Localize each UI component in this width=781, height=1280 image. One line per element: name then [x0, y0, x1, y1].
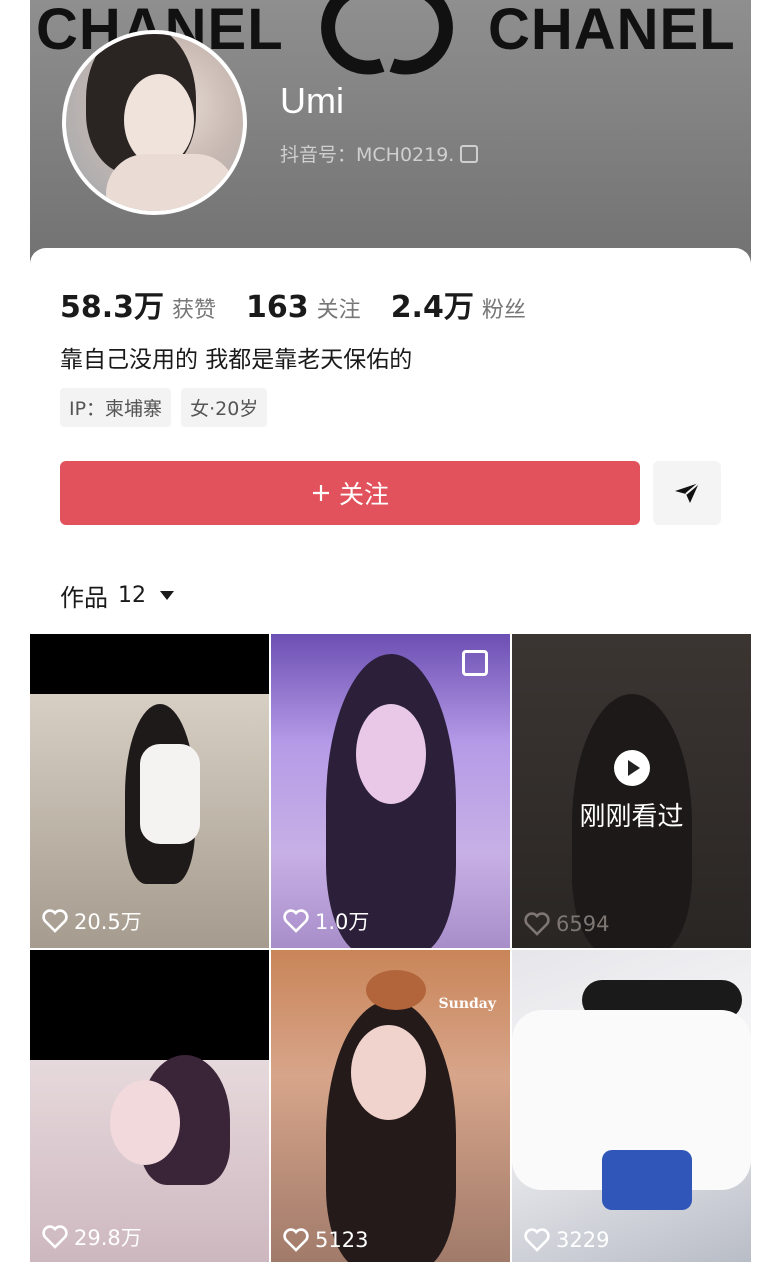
video-tile[interactable]: Sunday 5123	[271, 950, 510, 1262]
heart-icon	[42, 1225, 68, 1249]
heart-icon	[283, 1228, 309, 1252]
heart-icon	[283, 909, 309, 933]
like-count: 20.5万	[42, 906, 142, 936]
douyin-id[interactable]: 抖音号：MCH0219.	[280, 140, 479, 167]
video-tile[interactable]: 20.5万	[30, 634, 269, 948]
video-tile[interactable]: 刚刚看过 6594	[512, 634, 751, 948]
heart-icon	[42, 909, 68, 933]
profile-cover: CHANEL CHANEL Umi 抖音号：MCH0219.	[30, 0, 751, 290]
follow-button[interactable]: 关注	[60, 461, 640, 525]
copy-icon[interactable]	[460, 144, 479, 163]
following-label: 关注	[316, 298, 361, 323]
like-count-text: 29.8万	[74, 1226, 142, 1250]
chanel-logo-icon	[321, 0, 453, 75]
like-count: 1.0万	[283, 906, 369, 936]
like-count: 5123	[283, 1228, 368, 1252]
like-count-text: 20.5万	[74, 910, 142, 934]
recently-viewed-overlay: 刚刚看过	[512, 634, 751, 948]
douyin-id-text: 抖音号：MCH0219.	[280, 144, 455, 166]
sticker-text: Sunday	[438, 996, 496, 1012]
plus-icon	[312, 485, 329, 501]
multi-image-icon	[462, 650, 488, 676]
follow-button-label: 关注	[338, 480, 389, 509]
profile-bio: 靠自己没用的 我都是靠老天保佑的	[60, 347, 413, 373]
works-tab[interactable]: 作品 12	[60, 578, 174, 613]
gender-age-tag: 女·20岁	[181, 388, 268, 427]
video-tile[interactable]: 29.8万	[30, 950, 269, 1262]
like-count: 6594	[524, 912, 609, 936]
works-label: 作品	[60, 584, 108, 612]
profile-stats: 58.3万 获赞 163 关注 2.4万 粉丝	[60, 282, 556, 326]
caret-down-icon	[160, 591, 174, 600]
ip-location-tag: IP：柬埔寨	[60, 388, 172, 427]
cover-brand-text-right: CHANEL	[488, 0, 736, 62]
following-count[interactable]: 163	[246, 290, 309, 325]
heart-icon	[524, 1228, 550, 1252]
followers-count[interactable]: 2.4万	[391, 282, 474, 326]
send-icon	[675, 482, 700, 503]
avatar[interactable]	[62, 30, 247, 215]
play-icon	[613, 749, 650, 786]
like-count: 3229	[524, 1228, 609, 1252]
followers-label: 粉丝	[481, 298, 526, 323]
profile-tags: IP：柬埔寨 女·20岁	[60, 388, 268, 427]
like-count-text: 6594	[556, 912, 610, 936]
like-count: 29.8万	[42, 1222, 142, 1252]
video-tile[interactable]: 3229	[512, 950, 751, 1262]
recently-viewed-label: 刚刚看过	[579, 801, 684, 832]
heart-icon	[524, 912, 550, 936]
share-button[interactable]	[653, 461, 721, 525]
profile-page: CHANEL CHANEL Umi 抖音号：MCH0219. 58.3万 获赞 …	[30, 0, 751, 1262]
like-count-text: 1.0万	[315, 910, 370, 934]
video-tile[interactable]: 1.0万	[271, 634, 510, 948]
like-count-text: 3229	[556, 1228, 610, 1252]
like-count-text: 5123	[315, 1228, 369, 1252]
likes-count[interactable]: 58.3万	[60, 282, 164, 326]
works-count: 12	[118, 583, 146, 608]
likes-label: 获赞	[172, 298, 217, 323]
username: Umi	[280, 80, 344, 121]
video-grid: 20.5万 1.0万 刚刚看过 6594 29.8万 Sunday 5123 3…	[30, 634, 751, 1262]
